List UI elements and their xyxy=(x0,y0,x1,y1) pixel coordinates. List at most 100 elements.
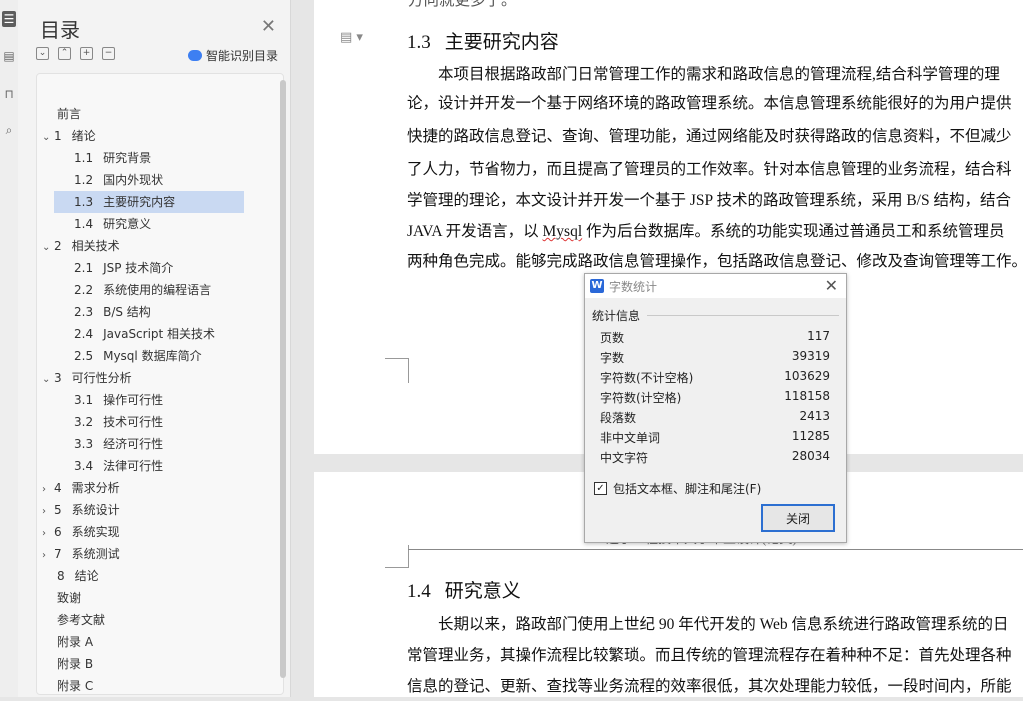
close-button[interactable]: 关闭 xyxy=(761,504,835,532)
heading-title: 研究意义 xyxy=(444,581,521,602)
paragraph-line: JAVA 开发语言，以 Mysql 作为后台数据库。系统的功能实现通过普通员工和… xyxy=(407,217,1005,246)
toc-icon[interactable]: ☰ xyxy=(2,11,16,27)
close-icon[interactable]: ✕ xyxy=(261,16,276,37)
toc-item-number: 2 xyxy=(54,239,62,253)
toc-item-number: 3.4 xyxy=(74,459,94,473)
stat-row: 字符数(计空格) 118158 xyxy=(600,389,830,409)
toc-item[interactable]: 2.2 系统使用的编程语言 xyxy=(54,279,244,301)
collapse-all-icon[interactable]: ⌃ xyxy=(58,47,71,60)
chevron-down-icon[interactable]: ⌄ xyxy=(42,369,54,391)
toc-item[interactable]: 3.4 法律可行性 xyxy=(54,455,244,477)
toc-item-number: 2.4 xyxy=(74,327,94,341)
toc-item[interactable]: 1.4 研究意义 xyxy=(54,213,244,235)
toc-item[interactable]: › 5 系统设计 xyxy=(42,499,120,521)
toc-item[interactable]: 3.3 经济可行性 xyxy=(54,433,244,455)
toc-item-label: 结论 xyxy=(74,569,99,583)
toc-item-label: 法律可行性 xyxy=(103,459,164,473)
stat-value: 117 xyxy=(807,329,830,343)
toc-item-label: 参考文献 xyxy=(57,613,106,627)
toc-item[interactable]: 1.2 国内外现状 xyxy=(54,169,244,191)
toc-item[interactable]: 致谢 xyxy=(57,587,81,609)
toc-item[interactable]: 2.1 JSP 技术简介 xyxy=(54,257,244,279)
toc-item[interactable]: 1.1 研究背景 xyxy=(54,147,244,169)
checkbox-check-icon[interactable]: ✓ xyxy=(594,482,607,495)
toc-item[interactable]: 2.4 JavaScript 相关技术 xyxy=(54,323,244,345)
chevron-right-icon[interactable]: › xyxy=(42,501,54,523)
toc-item-label: 附录 A xyxy=(57,635,94,649)
spellcheck-word[interactable]: Mysql xyxy=(543,223,583,240)
toc-item-label: Mysql 数据库简介 xyxy=(103,349,202,363)
stat-row: 中文字符 28034 xyxy=(600,449,830,469)
toc-item[interactable]: ⌄ 3 可行性分析 xyxy=(42,367,132,389)
toc-item-number: 1 xyxy=(54,129,62,143)
toc-item[interactable]: 3.1 操作可行性 xyxy=(54,389,244,411)
toc-item[interactable]: › 6 系统实现 xyxy=(42,521,120,543)
ai-recognize-label: 智能识别目录 xyxy=(206,49,279,63)
chevron-down-icon[interactable]: ⌄ xyxy=(42,237,54,259)
toc-item-label: 需求分析 xyxy=(71,481,120,495)
stat-row: 字符数(不计空格) 103629 xyxy=(600,369,830,389)
close-icon[interactable]: ✕ xyxy=(825,276,838,295)
toc-item-label: JavaScript 相关技术 xyxy=(103,327,216,341)
search-icon[interactable]: ⌕ xyxy=(2,122,16,138)
toc-item[interactable]: 参考文献 xyxy=(57,609,105,631)
toc-item[interactable]: ⌄ 1 绪论 xyxy=(42,125,96,147)
stat-value: 103629 xyxy=(784,369,830,383)
chevron-right-icon[interactable]: › xyxy=(42,545,54,567)
toc-item-number: 3 xyxy=(54,371,62,385)
paragraph-line: 论，设计并开发一个基于网络环境的路政管理系统。本信息管理系统能很好的为用户提供 xyxy=(407,95,1012,112)
stat-label: 字符数(计空格) xyxy=(600,391,682,405)
checkbox-label: 包括文本框、脚注和尾注(F) xyxy=(613,482,762,496)
word-count-dialog: W 字数统计 ✕ 统计信息 页数 117 字数 39319 字符数(不计空格) 10362… xyxy=(584,273,847,543)
toc-item[interactable]: 1.3 主要研究内容 xyxy=(54,191,244,213)
dialog-titlebar[interactable]: W 字数统计 ✕ xyxy=(585,274,846,298)
toc-item-label: 系统测试 xyxy=(71,547,120,561)
bookmark-icon[interactable]: ⊓ xyxy=(2,86,16,102)
toc-item-label: JSP 技术简介 xyxy=(103,261,174,275)
toc-item-label: 国内外现状 xyxy=(103,173,164,187)
toc-item-label: B/S 结构 xyxy=(103,305,151,319)
toc-item-label: 附录 C xyxy=(57,679,94,693)
chevron-down-icon[interactable]: ⌄ xyxy=(42,127,54,149)
toc-item[interactable]: › 7 系统测试 xyxy=(42,543,120,565)
heading-number: 1.3 xyxy=(407,32,431,53)
document-menu-icon[interactable]: ▤ ▾ xyxy=(340,30,363,45)
ai-recognize-toc-button[interactable]: 智能识别目录 xyxy=(188,47,278,64)
toc-item-number: 2.2 xyxy=(74,283,94,297)
toc-item[interactable]: 2.5 Mysql 数据库简介 xyxy=(54,345,244,367)
remove-heading-icon[interactable]: − xyxy=(102,47,115,60)
text-run: 作为后台数据库。系统的功能实现通过普通员工和系统管理员 xyxy=(582,223,1005,240)
toc-item[interactable]: 8 结论 xyxy=(57,565,99,587)
toc-item-number: 3.2 xyxy=(74,415,94,429)
chevron-right-icon[interactable]: › xyxy=(42,479,54,501)
toc-scrollbar[interactable] xyxy=(280,80,286,678)
toc-item[interactable]: 前言 xyxy=(57,103,81,125)
toc-item-label: 操作可行性 xyxy=(103,393,164,407)
paragraph-line: 常管理业务，其操作流程比较繁琐。而且传统的管理流程存在着种种不足：首先处理各种 xyxy=(407,647,1012,664)
toc-item[interactable]: 附录 C xyxy=(57,675,94,694)
toc-item-number: 8 xyxy=(57,569,65,583)
expand-all-icon[interactable]: ⌄ xyxy=(36,47,49,60)
pages-icon[interactable]: ▤ xyxy=(2,48,16,64)
include-textbox-checkbox[interactable]: ✓ 包括文本框、脚注和尾注(F) xyxy=(594,480,761,497)
toc-item[interactable]: 3.2 技术可行性 xyxy=(54,411,244,433)
toc-item[interactable]: 附录 B xyxy=(57,653,93,675)
chevron-right-icon[interactable]: › xyxy=(42,523,54,545)
toc-item-label: 研究意义 xyxy=(103,217,152,231)
stat-value: 28034 xyxy=(791,449,830,463)
toc-item[interactable]: › 4 需求分析 xyxy=(42,477,120,499)
page-margin-mark xyxy=(385,545,409,568)
stat-row: 页数 117 xyxy=(600,329,830,349)
toc-item[interactable]: 附录 A xyxy=(57,631,93,653)
toc-item-label: 附录 B xyxy=(57,657,94,671)
page-text-fragment: 方向就更多了。 xyxy=(408,0,517,9)
toc-item-number: 4 xyxy=(54,481,62,495)
toc-item-number: 5 xyxy=(54,503,62,517)
add-heading-icon[interactable]: + xyxy=(80,47,93,60)
stat-label: 字符数(不计空格) xyxy=(600,371,694,385)
toc-item-number: 1.3 xyxy=(74,195,94,209)
toc-item[interactable]: ⌄ 2 相关技术 xyxy=(42,235,120,257)
toc-item[interactable]: 2.3 B/S 结构 xyxy=(54,301,244,323)
stat-label: 非中文单词 xyxy=(600,431,661,445)
toc-item-number: 3.3 xyxy=(74,437,94,451)
